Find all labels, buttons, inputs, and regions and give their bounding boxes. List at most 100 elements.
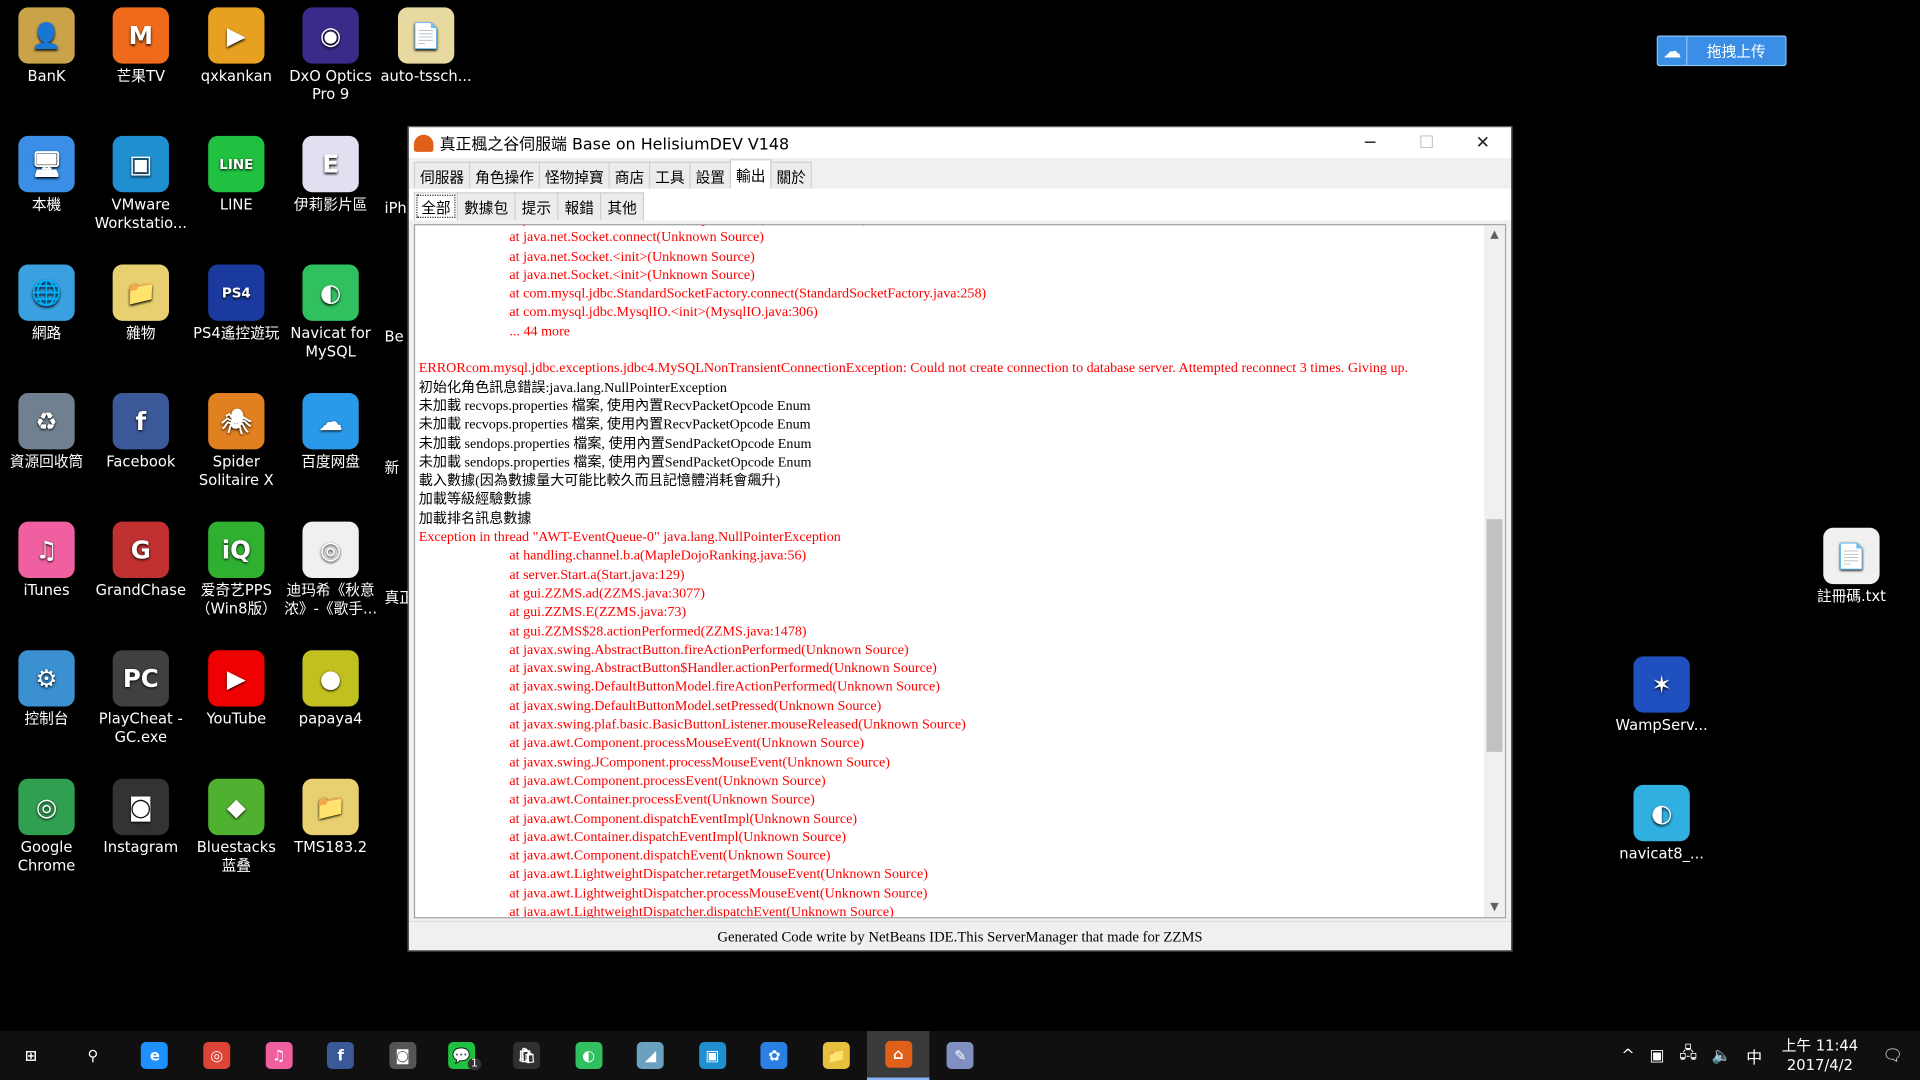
taskbar-app-blue[interactable]: ◢ (620, 1031, 682, 1080)
subtab-2[interactable]: 提示 (514, 192, 559, 221)
app-icon: ✶ (1633, 656, 1690, 713)
tab-3[interactable]: 商店 (608, 161, 651, 189)
desktop-icon[interactable]: ● papaya4 (284, 650, 377, 728)
desktop-icon[interactable]: ♻ 資源回收筒 (0, 393, 93, 471)
upload-drag-button[interactable]: ☁ 拖拽上传 (1656, 35, 1787, 67)
scroll-thumb[interactable] (1486, 519, 1503, 752)
partial-desktop-label: iPh (384, 199, 407, 217)
desktop-icon-label: Bluestacks蓝叠 (196, 838, 276, 875)
log-line: 載入數據(因為數據量大可能比較久而且記憶體消耗會飆升) (418, 474, 781, 489)
desktop-icon[interactable]: f Facebook (94, 393, 187, 471)
tab-5[interactable]: 設置 (689, 161, 732, 189)
tab-4[interactable]: 工具 (649, 161, 691, 189)
internet-explorer-icon: e (141, 1042, 169, 1069)
desktop-icon-label: PS4遙控遊玩 (193, 324, 280, 342)
tab-1[interactable]: 角色操作 (468, 161, 541, 189)
subtab-0[interactable]: 全部 (413, 192, 458, 221)
desktop-icon[interactable]: 📁 雜物 (94, 264, 187, 342)
log-line: at gui.ZZMS.E(ZZMS.java:73) (509, 605, 687, 620)
desktop-icon[interactable]: 📁 TMS183.2 (284, 778, 377, 857)
taskbar-file-explorer[interactable]: 📁 (805, 1031, 867, 1080)
app-icon: f (112, 393, 169, 450)
taskbar-search[interactable]: ⚲ (62, 1031, 124, 1080)
taskbar-itunes[interactable]: ♫ (248, 1031, 310, 1080)
taskbar-facebook[interactable]: f (310, 1031, 372, 1080)
desktop-icon[interactable]: M 芒果TV (94, 7, 187, 85)
desktop-icon[interactable]: PC PlayCheat - GC.exe (94, 650, 187, 747)
taskbar-internet-explorer[interactable]: e (124, 1031, 186, 1080)
desktop-icon[interactable]: ✶ WampServ... (1615, 656, 1708, 734)
desktop-icon-label: 網路 (31, 324, 62, 342)
desktop-icon[interactable]: ⚙ 控制台 (0, 650, 93, 728)
desktop-icon[interactable]: ◉ DxO Optics Pro 9 (284, 7, 377, 104)
ime-indicator[interactable]: 中 (1739, 1044, 1770, 1067)
log-line: 加載排名訊息數據 (418, 511, 532, 527)
tab-6[interactable]: 輸出 (729, 159, 772, 189)
clock[interactable]: 上午 11:44 2017/4/2 (1769, 1036, 1870, 1075)
desktop-icon[interactable]: PS4 PS4遙控遊玩 (190, 264, 283, 342)
tray-chevron-icon[interactable]: ^ (1614, 1046, 1642, 1064)
desktop-icon[interactable]: ☁ 百度网盘 (284, 393, 377, 471)
desktop-icon[interactable]: ▣ VMware Workstatio... (94, 135, 187, 233)
tab-7[interactable]: 關於 (770, 161, 812, 189)
taskbar-vmware[interactable]: ▣ (681, 1031, 743, 1080)
defender-icon[interactable]: ▣ (1642, 1046, 1672, 1064)
log-line: at com.mysql.jdbc.StandardSocketFactory.… (509, 286, 987, 302)
app-icon: G (112, 521, 169, 578)
taskbar-chrome[interactable]: ◎ (186, 1031, 248, 1080)
scroll-down-arrow-icon[interactable]: ▼ (1484, 898, 1505, 918)
taskbar-line[interactable]: 💬 1 (434, 1031, 496, 1080)
taskbar-store[interactable]: 🛍 (496, 1031, 558, 1080)
subtab-1[interactable]: 數據包 (456, 192, 516, 221)
close-button[interactable]: ✕ (1455, 133, 1511, 153)
desktop-icon[interactable]: ▶ YouTube (190, 650, 283, 728)
network-icon[interactable]: 🖧 (1672, 1042, 1704, 1069)
taskbar-app-circle[interactable]: ✿ (743, 1031, 805, 1080)
clock-time: 上午 11:44 (1781, 1037, 1859, 1055)
desktop-icon[interactable]: ◆ Bluestacks蓝叠 (190, 778, 283, 876)
volume-icon[interactable]: 🔈 (1704, 1046, 1739, 1064)
app-icon: 🖥 (18, 135, 75, 193)
taskbar-app-paint[interactable]: ✎ (929, 1031, 991, 1080)
subtab-3[interactable]: 報錯 (557, 192, 602, 221)
desktop-icon[interactable]: 👤 BanK (0, 7, 93, 85)
desktop-icon[interactable]: E 伊莉影片區 (284, 135, 377, 214)
taskbar-maple-server[interactable]: ⌂ (867, 1031, 930, 1080)
desktop-icon[interactable]: 🖥 本機 (0, 135, 93, 214)
desktop-icon[interactable]: LINE LINE (190, 135, 283, 214)
desktop-icon[interactable]: ◎ Google Chrome (0, 778, 93, 876)
notification-icon[interactable]: 🗨 (1870, 1046, 1920, 1064)
subtab-4[interactable]: 其他 (600, 192, 645, 221)
desktop-icon[interactable]: ◙ Instagram (94, 778, 187, 857)
desktop-icon-label: YouTube (206, 710, 267, 728)
desktop-icon[interactable]: ◎ 迪玛希《秋意浓》-《歌手... (284, 521, 377, 619)
desktop-icon[interactable]: 🌐 網路 (0, 264, 93, 342)
log-output-area[interactable]: at java.net.AbstractPlainSocketImpl.conn… (413, 224, 1507, 919)
scroll-up-arrow-icon[interactable]: ▲ (1484, 225, 1505, 245)
desktop-icon[interactable]: 📄 註冊碼.txt (1805, 527, 1898, 606)
log-line: 初始化角色訊息錯誤:java.lang.NullPointerException (418, 380, 727, 396)
taskbar-instagram[interactable]: ◙ (372, 1031, 434, 1080)
desktop-icon[interactable]: 🕷 Spider Solitaire X (190, 393, 283, 490)
desktop-icon[interactable]: ◐ navicat8_... (1615, 784, 1708, 863)
desktop-icon[interactable]: 📄 auto-tssch... (380, 7, 473, 85)
taskbar-start[interactable]: ⊞ (0, 1031, 62, 1080)
tab-2[interactable]: 怪物掉寶 (538, 161, 610, 189)
app-icon: 🕷 (208, 393, 265, 450)
desktop-icon[interactable]: ♫ iTunes (0, 521, 93, 600)
maximize-button[interactable]: ☐ (1398, 133, 1454, 153)
desktop-icon-label: 資源回收筒 (9, 453, 84, 471)
app-icon: 📄 (397, 7, 455, 64)
title-bar[interactable]: 真正楓之谷伺服端 Base on HelisiumDEV V148 ─ ☐ ✕ (408, 127, 1512, 158)
desktop-icon[interactable]: ▶ qxkankan (190, 7, 283, 85)
window-title: 真正楓之谷伺服端 Base on HelisiumDEV V148 (439, 135, 790, 155)
minimize-button[interactable]: ─ (1342, 133, 1398, 153)
tab-0[interactable]: 伺服器 (413, 161, 471, 189)
desktop-icon[interactable]: iQ 爱奇艺PPS（Win8版） (190, 521, 283, 619)
taskbar-navicat[interactable]: ◐ (558, 1031, 620, 1080)
desktop-icon[interactable]: ◐ Navicat for MySQL (284, 264, 377, 361)
desktop: 👤 BanK M 芒果TV ▶ qxkankan ◉ DxO Optics Pro 9 📄 aut… (0, 0, 1920, 1080)
vertical-scrollbar[interactable]: ▲ ▼ (1484, 225, 1505, 918)
desktop-icon[interactable]: G GrandChase (94, 521, 187, 600)
log-line: at java.awt.Component.dispatchEventImpl(… (509, 811, 858, 826)
